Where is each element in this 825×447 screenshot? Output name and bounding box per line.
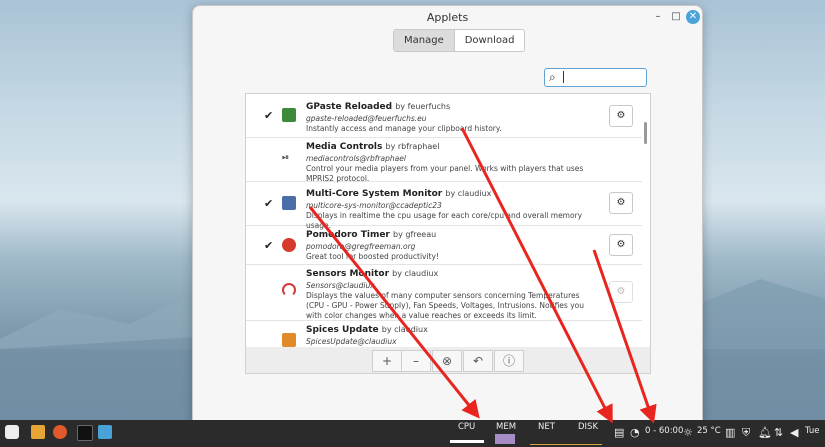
arrow-to-cpu — [308, 206, 480, 419]
arrow-to-clipboard — [460, 127, 613, 424]
annotation-arrows — [308, 127, 657, 424]
arrow-to-pomodoro — [592, 249, 657, 424]
